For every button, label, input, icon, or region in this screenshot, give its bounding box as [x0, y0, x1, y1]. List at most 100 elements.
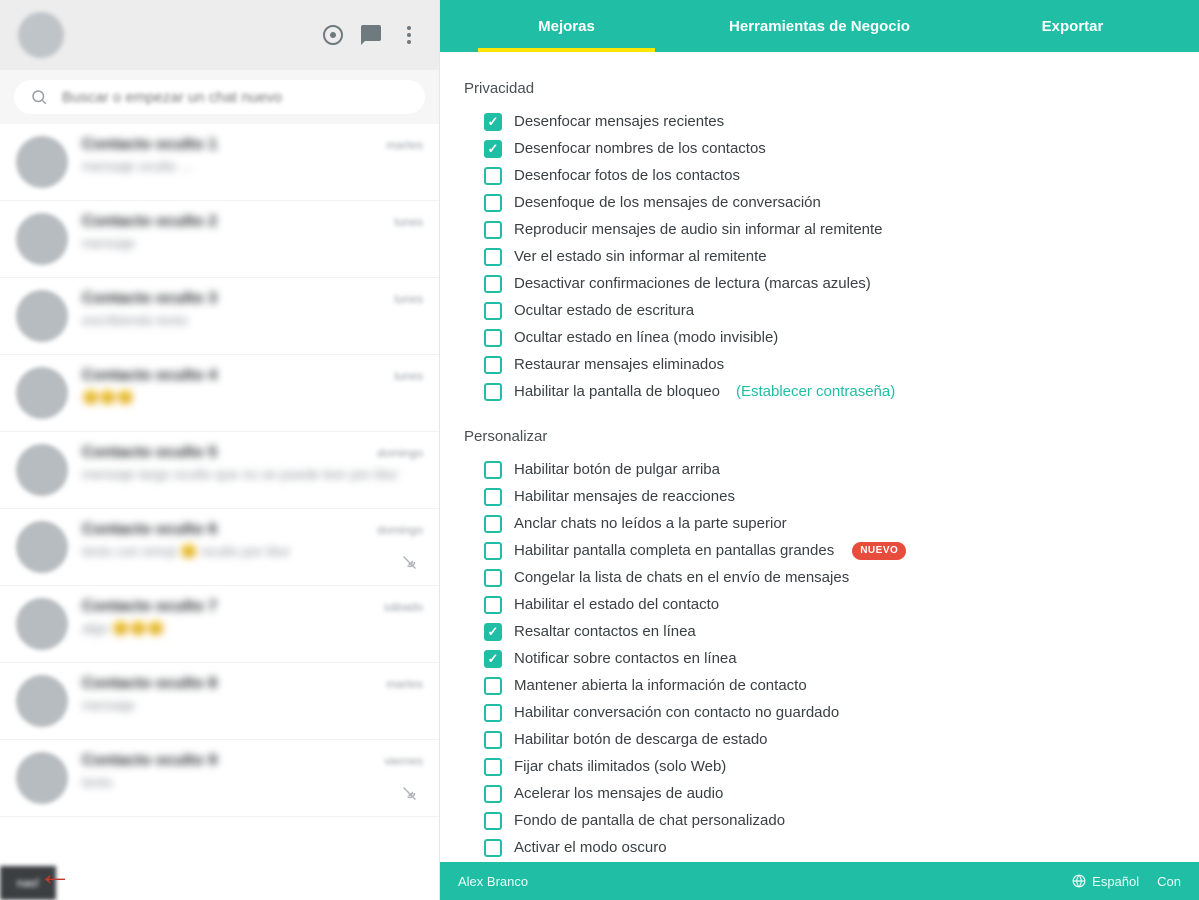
chat-avatar — [16, 521, 68, 573]
settings-scroll: Privacidad Desenfocar mensajes recientes… — [440, 52, 1199, 862]
checkbox[interactable] — [484, 812, 502, 830]
checkbox[interactable] — [484, 704, 502, 722]
option-row[interactable]: Activar el modo oscuro — [484, 837, 1169, 858]
checkbox[interactable] — [484, 221, 502, 239]
app-root: Contacto oculto 1martesmensaje oculto …C… — [0, 0, 1199, 900]
tab-export[interactable]: Exportar — [946, 0, 1199, 52]
checkbox[interactable] — [484, 839, 502, 857]
new-badge: NUEVO — [852, 542, 906, 560]
option-row[interactable]: Desenfocar mensajes recientes — [484, 111, 1169, 132]
privacy-options: Desenfocar mensajes recientes Desenfocar … — [484, 111, 1169, 402]
option-row[interactable]: Habilitar botón de descarga de estado — [484, 729, 1169, 750]
chat-name: Contacto oculto 6 — [82, 521, 217, 539]
checkbox[interactable] — [484, 731, 502, 749]
chat-time: sábado — [384, 600, 423, 614]
checkbox[interactable] — [484, 623, 502, 641]
chat-item[interactable]: Contacto oculto 8martesmensaje — [0, 663, 439, 740]
option-row[interactable]: Habilitar botón de pulgar arriba — [484, 459, 1169, 480]
option-row[interactable]: Fondo de pantalla de chat personalizado — [484, 810, 1169, 831]
footer-share-label: Con — [1157, 874, 1181, 889]
tab-improvements[interactable]: Mejoras — [440, 0, 693, 52]
option-link[interactable]: (Establecer contraseña) — [736, 381, 895, 402]
checkbox[interactable] — [484, 275, 502, 293]
option-row[interactable]: Fijar chats ilimitados (solo Web) — [484, 756, 1169, 777]
checkbox[interactable] — [484, 113, 502, 131]
option-row[interactable]: Desenfocar fotos de los contactos — [484, 165, 1169, 186]
checkbox[interactable] — [484, 569, 502, 587]
option-row[interactable]: Reproducir mensajes de audio sin informa… — [484, 219, 1169, 240]
footer-bar: Alex Branco Español Con — [440, 862, 1199, 900]
new-chat-icon[interactable] — [359, 23, 383, 47]
option-row[interactable]: Ocultar estado de escritura — [484, 300, 1169, 321]
option-row[interactable]: Desenfoque de los mensajes de conversaci… — [484, 192, 1169, 213]
user-avatar[interactable] — [18, 12, 64, 58]
checkbox[interactable] — [484, 461, 502, 479]
chat-item[interactable]: Contacto oculto 2lunesmensaje — [0, 201, 439, 278]
option-row[interactable]: Ver el estado sin informar al remitente — [484, 246, 1169, 267]
option-row[interactable]: Restaurar mensajes eliminados — [484, 354, 1169, 375]
search-icon — [30, 88, 48, 106]
chat-item[interactable]: Contacto oculto 4lunes😊😊😊 — [0, 355, 439, 432]
checkbox[interactable] — [484, 248, 502, 266]
option-label: Desenfocar fotos de los contactos — [514, 165, 740, 186]
checkbox[interactable] — [484, 488, 502, 506]
option-row[interactable]: Habilitar pantalla completa en pantallas… — [484, 540, 1169, 561]
checkbox[interactable] — [484, 785, 502, 803]
tab-label: Mejoras — [538, 18, 595, 35]
chat-time: domingo — [377, 523, 423, 537]
option-row[interactable]: Habilitar conversación con contacto no g… — [484, 702, 1169, 723]
chat-item[interactable]: Contacto oculto 3lunesescribiendo texto — [0, 278, 439, 355]
option-label: Habilitar pantalla completa en pantallas… — [514, 540, 834, 561]
option-row[interactable]: Congelar la lista de chats en el envío d… — [484, 567, 1169, 588]
chat-avatar — [16, 444, 68, 496]
tab-bar: Mejoras Herramientas de Negocio Exportar — [440, 0, 1199, 52]
option-row[interactable]: Resaltar contactos en línea — [484, 621, 1169, 642]
chat-preview: mensaje largo oculto que no se puede lee… — [82, 466, 423, 482]
menu-icon[interactable] — [397, 23, 421, 47]
checkbox[interactable] — [484, 167, 502, 185]
checkbox[interactable] — [484, 650, 502, 668]
chat-item[interactable]: Contacto oculto 7sábadoalgo 😊😊😊 — [0, 586, 439, 663]
chat-avatar — [16, 598, 68, 650]
footer-language[interactable]: Español — [1072, 874, 1139, 889]
chat-list: Contacto oculto 1martesmensaje oculto …C… — [0, 124, 439, 900]
option-row[interactable]: Habilitar la pantalla de bloqueo(Estable… — [484, 381, 1169, 402]
option-row[interactable]: Acelerar los mensajes de audio — [484, 783, 1169, 804]
search-input[interactable] — [62, 89, 409, 106]
option-label: Anclar chats no leídos a la parte superi… — [514, 513, 787, 534]
checkbox[interactable] — [484, 194, 502, 212]
checkbox[interactable] — [484, 758, 502, 776]
chat-item[interactable]: Contacto oculto 1martesmensaje oculto … — [0, 124, 439, 201]
checkbox[interactable] — [484, 302, 502, 320]
option-row[interactable]: Anclar chats no leídos a la parte superi… — [484, 513, 1169, 534]
option-row[interactable]: Desenfocar nombres de los contactos — [484, 138, 1169, 159]
chat-preview: mensaje oculto … — [82, 158, 423, 174]
checkbox[interactable] — [484, 140, 502, 158]
checkbox[interactable] — [484, 329, 502, 347]
chat-time: lunes — [394, 292, 423, 306]
option-row[interactable]: Notificar sobre contactos en línea — [484, 648, 1169, 669]
option-row[interactable]: Desactivar confirmaciones de lectura (ma… — [484, 273, 1169, 294]
checkbox[interactable] — [484, 515, 502, 533]
chat-item[interactable]: Contacto oculto 5domingomensaje largo oc… — [0, 432, 439, 509]
chat-avatar — [16, 290, 68, 342]
option-row[interactable]: Mantener abierta la información de conta… — [484, 675, 1169, 696]
checkbox[interactable] — [484, 542, 502, 560]
checkbox[interactable] — [484, 596, 502, 614]
customize-options: Habilitar botón de pulgar arriba Habilita… — [484, 459, 1169, 858]
option-label: Fondo de pantalla de chat personalizado — [514, 810, 785, 831]
chat-item[interactable]: Contacto oculto 9viernestexto — [0, 740, 439, 817]
option-row[interactable]: Ocultar estado en línea (modo invisible) — [484, 327, 1169, 348]
option-label: Habilitar botón de pulgar arriba — [514, 459, 720, 480]
option-row[interactable]: Habilitar mensajes de reacciones — [484, 486, 1169, 507]
tab-business[interactable]: Herramientas de Negocio — [693, 0, 946, 52]
chat-name: Contacto oculto 3 — [82, 290, 217, 308]
chat-time: lunes — [394, 369, 423, 383]
footer-share[interactable]: Con — [1157, 874, 1181, 889]
chat-item[interactable]: Contacto oculto 6domingotexto con emoji … — [0, 509, 439, 586]
checkbox[interactable] — [484, 677, 502, 695]
checkbox[interactable] — [484, 356, 502, 374]
checkbox[interactable] — [484, 383, 502, 401]
option-row[interactable]: Habilitar el estado del contacto — [484, 594, 1169, 615]
status-icon[interactable] — [321, 23, 345, 47]
